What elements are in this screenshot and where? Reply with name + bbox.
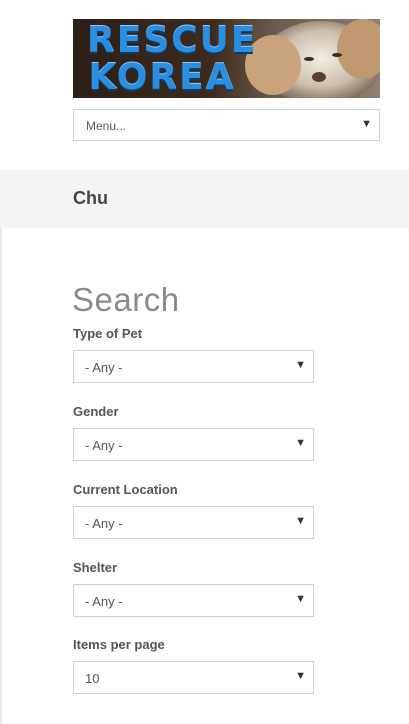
type-of-pet-select[interactable]: - Any - ▼ [73,350,314,383]
chevron-down-icon: ▼ [295,359,306,371]
items-per-page-select[interactable]: 10 ▼ [73,661,314,694]
chevron-down-icon: ▼ [361,118,372,130]
shelter-label: Shelter [73,560,118,575]
shelter-value: - Any - [85,594,123,609]
gender-label: Gender [73,404,119,419]
search-heading: Search [72,281,180,318]
page-title-bar: Chu [0,170,409,228]
chevron-down-icon: ▼ [295,593,306,605]
menu-dropdown[interactable]: Menu... ▼ [73,109,380,141]
page-left-border [0,228,2,724]
gender-value: - Any - [85,438,123,453]
current-location-label: Current Location [73,482,178,497]
chevron-down-icon: ▼ [295,437,306,449]
page-title: Chu [73,188,108,208]
menu-dropdown-label: Menu... [86,119,127,133]
site-logo[interactable]: RESCUE KOREA [73,19,380,98]
items-per-page-value: 10 [85,671,100,686]
chevron-down-icon: ▼ [295,515,306,527]
type-of-pet-label: Type of Pet [73,326,143,341]
chevron-down-icon: ▼ [295,670,306,682]
shelter-select[interactable]: - Any - ▼ [73,584,314,617]
gender-select[interactable]: - Any - ▼ [73,428,314,461]
current-location-value: - Any - [85,516,123,531]
items-per-page-label: Items per page [73,637,165,652]
current-location-select[interactable]: - Any - ▼ [73,506,314,539]
type-of-pet-value: - Any - [85,360,123,375]
logo-wordmark: RESCUE KOREA [87,20,258,98]
